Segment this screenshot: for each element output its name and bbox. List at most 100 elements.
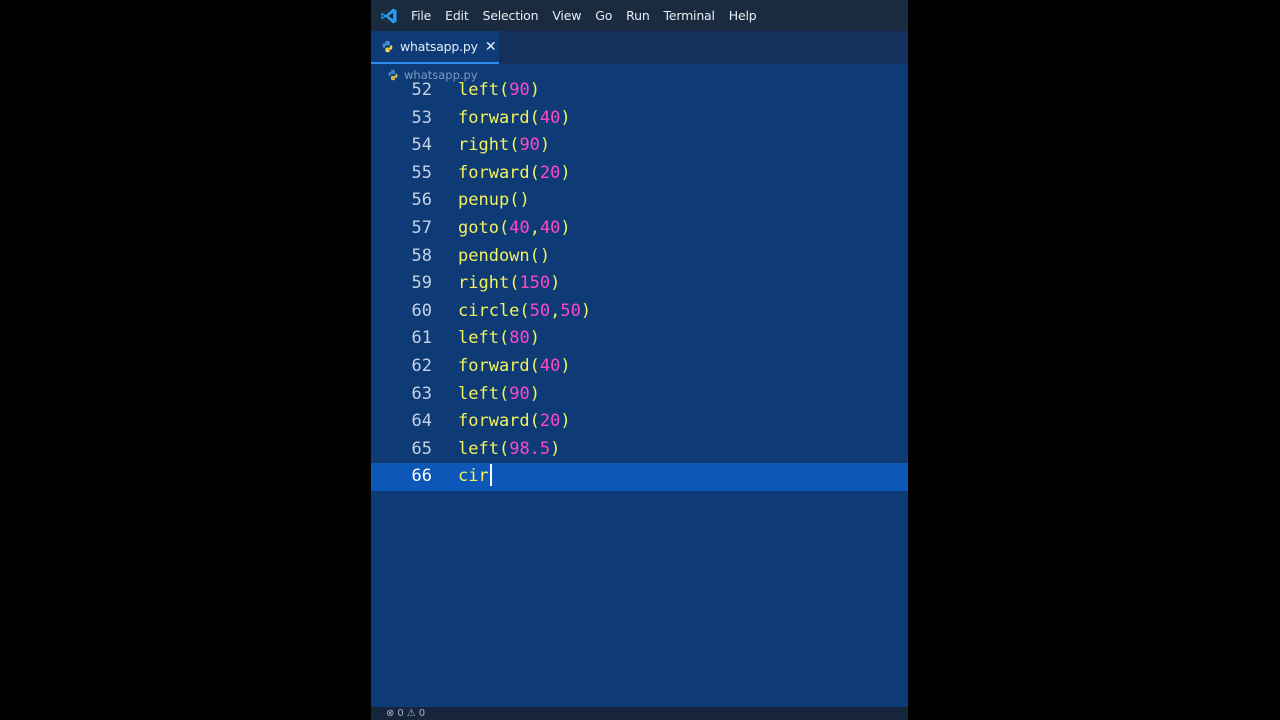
menu-edit[interactable]: Edit <box>445 8 469 23</box>
line-number: 58 <box>411 245 432 266</box>
function-name: goto <box>458 218 499 238</box>
code-text: left(80) <box>458 325 540 353</box>
close-paren: ) <box>529 328 540 349</box>
code-line[interactable]: 66 cir <box>371 463 908 491</box>
number-literal: 90 <box>509 80 530 100</box>
code-text: left(98.5) <box>458 436 560 464</box>
menu-selection[interactable]: Selection <box>483 8 539 23</box>
code-text: pendown() <box>458 243 550 271</box>
function-name: forward <box>458 162 530 183</box>
code-line[interactable]: 61 left(80) <box>371 325 908 353</box>
function-name: right <box>458 135 510 156</box>
function-name: penup <box>458 190 510 211</box>
warning-icon: ⚠ <box>406 708 416 719</box>
line-number: 53 <box>411 107 432 128</box>
open-paren: ( <box>529 107 540 128</box>
punctuation: , <box>529 218 540 238</box>
close-paren: ) <box>519 190 530 211</box>
code-line[interactable]: 62 forward(40) <box>371 353 908 381</box>
close-paren: ) <box>560 162 571 183</box>
tab-bar: whatsapp.py ✕ <box>371 31 908 64</box>
menu-view[interactable]: View <box>552 8 581 23</box>
close-paren: ) <box>550 438 561 459</box>
open-paren: ( <box>529 162 540 183</box>
vscode-window: File Edit Selection View Go Run Terminal… <box>371 0 908 720</box>
close-paren: ) <box>529 80 540 100</box>
line-number: 65 <box>411 438 432 459</box>
number-literal: 20 <box>539 411 561 432</box>
code-line[interactable]: 60 circle(50,50) <box>371 298 908 326</box>
number-literal: 40 <box>539 218 561 238</box>
menu-bar: File Edit Selection View Go Run Terminal… <box>371 0 908 31</box>
code-line[interactable]: 56 penup() <box>371 187 908 215</box>
function-name: circle <box>458 300 520 321</box>
open-paren: ( <box>498 80 510 100</box>
code-line[interactable]: 57 goto(40,40) <box>371 215 908 243</box>
number-literal: 80 <box>509 328 530 349</box>
number-literal: 20 <box>539 162 561 183</box>
code-line[interactable]: 65 left(98.5) <box>371 436 908 464</box>
open-paren: ( <box>498 438 510 459</box>
number-literal: 40 <box>509 218 530 238</box>
code-text: forward(20) <box>458 160 571 188</box>
line-number: 54 <box>411 135 432 156</box>
close-paren: ) <box>580 300 592 321</box>
open-paren: ( <box>529 245 540 266</box>
function-name: forward <box>458 107 530 128</box>
line-number: 57 <box>411 218 432 238</box>
menu-run[interactable]: Run <box>626 8 650 23</box>
code-text: penup() <box>458 187 530 215</box>
open-paren: ( <box>509 190 520 211</box>
function-name: forward <box>458 411 530 432</box>
open-paren: ( <box>498 383 510 404</box>
close-icon[interactable]: ✕ <box>485 39 497 55</box>
number-literal: 40 <box>539 356 561 376</box>
code-editor[interactable]: 52 left(90) 53 forward(40) 54 right(90) 55 forw… <box>371 77 908 707</box>
tab-title: whatsapp.py <box>400 39 478 54</box>
code-line[interactable]: 52 left(90) <box>371 77 908 105</box>
code-text: right(150) <box>458 270 560 298</box>
status-bar: ⊗ 0 ⚠ 0 <box>371 707 908 720</box>
line-number: 64 <box>411 411 432 432</box>
problems-indicator[interactable]: ⊗ 0 ⚠ 0 <box>386 708 428 719</box>
number-literal: 150 <box>519 273 551 294</box>
number-literal: 40 <box>539 107 561 128</box>
code-text: circle(50,50) <box>458 298 591 326</box>
code-line[interactable]: 54 right(90) <box>371 132 908 160</box>
error-icon: ⊗ <box>386 708 395 719</box>
menu-terminal[interactable]: Terminal <box>664 8 715 23</box>
code-text: left(90) <box>458 77 540 105</box>
code-text: goto(40,40) <box>458 215 571 243</box>
function-name: left <box>458 328 499 349</box>
python-file-icon <box>381 40 394 53</box>
close-paren: ) <box>529 383 540 404</box>
menu-go[interactable]: Go <box>595 8 612 23</box>
code-text: cir <box>458 463 492 491</box>
number-literal: 90 <box>519 135 540 156</box>
line-number: 52 <box>411 80 432 100</box>
function-name: pendown <box>458 245 530 266</box>
open-paren: ( <box>529 411 540 432</box>
number-literal: 50 <box>560 300 581 321</box>
line-number: 66 <box>411 466 432 487</box>
line-number: 63 <box>411 383 432 404</box>
code-text: forward(40) <box>458 105 571 133</box>
code-line[interactable]: 64 forward(20) <box>371 408 908 436</box>
code-line[interactable]: 55 forward(20) <box>371 160 908 188</box>
code-line[interactable]: 59 right(150) <box>371 270 908 298</box>
code-text: forward(20) <box>458 408 571 436</box>
error-count: 0 <box>397 708 404 719</box>
text-cursor <box>489 463 492 486</box>
function-name: left <box>458 383 499 404</box>
code-line[interactable]: 63 left(90) <box>371 381 908 409</box>
tab-whatsapp-py[interactable]: whatsapp.py ✕ <box>371 31 499 64</box>
menu-help[interactable]: Help <box>729 8 757 23</box>
warning-count: 0 <box>418 708 426 719</box>
menu-file[interactable]: File <box>411 8 431 23</box>
function-name: right <box>458 273 510 294</box>
function-name: left <box>458 438 499 459</box>
open-paren: ( <box>509 273 520 294</box>
code-line[interactable]: 53 forward(40) <box>371 105 908 133</box>
code-line[interactable]: 58 pendown() <box>371 243 908 271</box>
number-literal: 50 <box>529 300 551 321</box>
